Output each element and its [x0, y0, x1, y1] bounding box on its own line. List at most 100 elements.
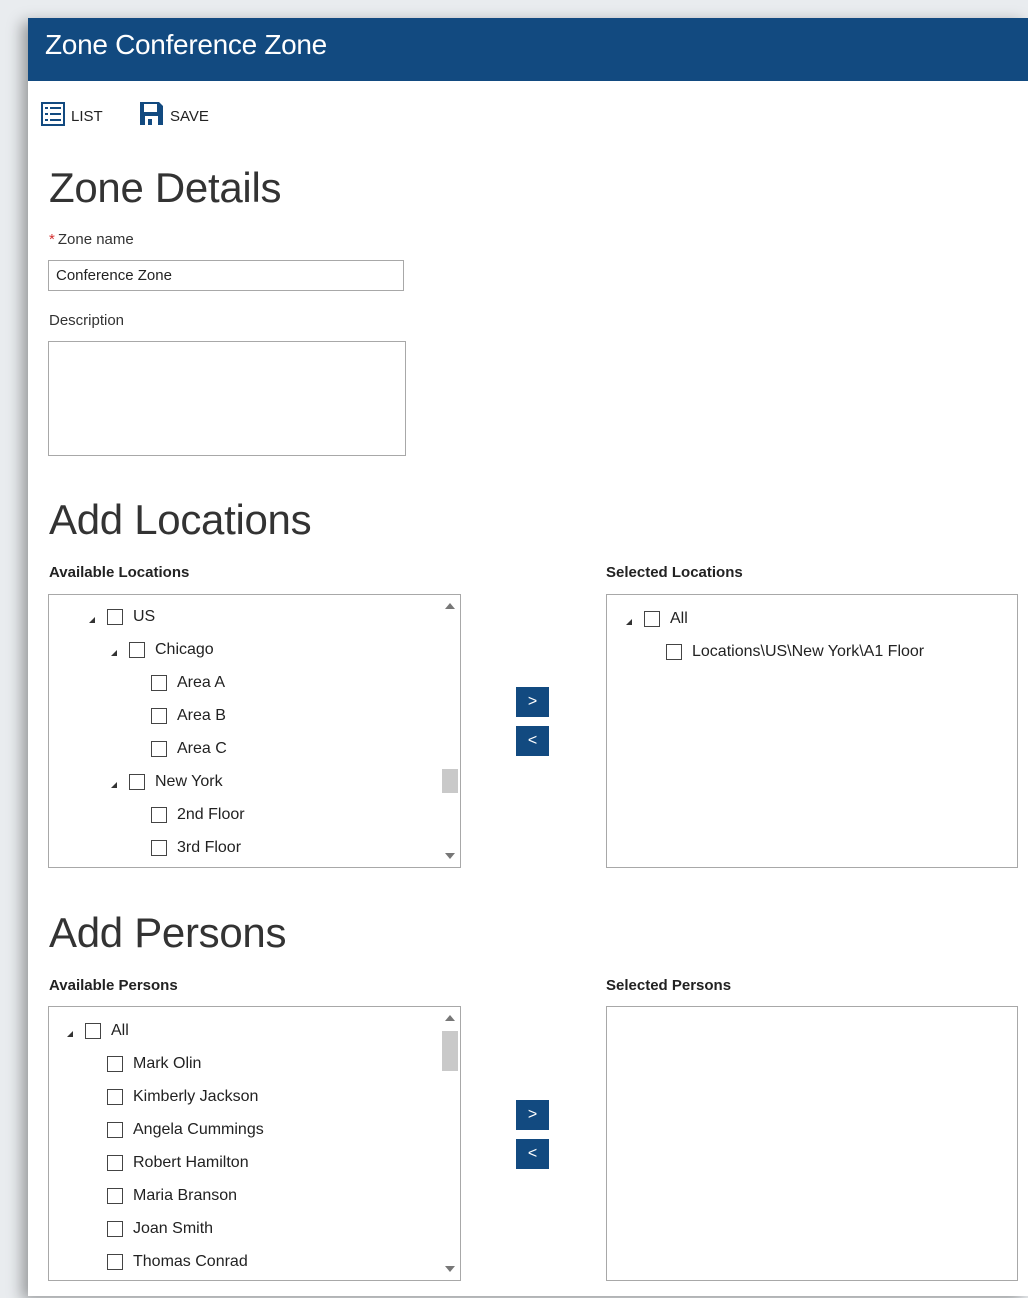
tree-item[interactable]: All	[624, 608, 688, 630]
remove-location-button[interactable]: <	[516, 726, 549, 756]
expand-triangle-icon[interactable]	[624, 614, 634, 625]
window-title: Zone Conference Zone	[45, 29, 327, 60]
checkbox[interactable]	[107, 1155, 123, 1171]
tree-item[interactable]: Maria Branson	[87, 1185, 237, 1207]
tree-item-label: 2nd Floor	[177, 806, 245, 823]
available-locations-label: Available Locations	[49, 564, 190, 581]
checkbox[interactable]	[107, 1221, 123, 1237]
checkbox[interactable]	[644, 611, 660, 627]
tree-item-label: 3rd Floor	[177, 839, 242, 856]
save-icon	[139, 101, 164, 131]
checkbox[interactable]	[85, 1023, 101, 1039]
tree-item-label: Area A	[177, 674, 226, 691]
available-locations-scrollbar[interactable]	[440, 595, 460, 867]
required-marker: *	[49, 231, 55, 248]
tree-item[interactable]: All	[65, 1020, 129, 1042]
checkbox[interactable]	[666, 644, 682, 660]
scroll-down-icon[interactable]	[445, 853, 455, 859]
tree-item[interactable]: Area A	[131, 672, 225, 694]
zone-name-label: * Zone name	[49, 231, 134, 248]
tree-item[interactable]: Chicago	[109, 639, 214, 661]
scroll-up-icon[interactable]	[445, 603, 455, 609]
scroll-thumb[interactable]	[442, 1031, 458, 1071]
checkbox[interactable]	[107, 1122, 123, 1138]
list-button-label: LIST	[71, 107, 103, 125]
expand-triangle-icon[interactable]	[109, 777, 119, 788]
tree-item[interactable]: Mark Olin	[87, 1053, 201, 1075]
zone-editor-window: Zone Conference Zone LIST SAVE Zone Deta…	[28, 18, 1028, 1296]
checkbox[interactable]	[151, 675, 167, 691]
available-persons-list[interactable]: All Mark Olin Kimberly Jackson Angela Cummi…	[48, 1006, 461, 1281]
expand-triangle-icon[interactable]	[65, 1026, 75, 1037]
checkbox[interactable]	[107, 1056, 123, 1072]
tree-item-label: All	[111, 1022, 129, 1039]
checkbox[interactable]	[129, 774, 145, 790]
checkbox[interactable]	[151, 840, 167, 856]
available-persons-label: Available Persons	[49, 977, 178, 994]
tree-item-label: Maria Branson	[133, 1187, 238, 1204]
checkbox[interactable]	[107, 1254, 123, 1270]
checkbox[interactable]	[151, 741, 167, 757]
tree-item-label: US	[133, 608, 156, 625]
available-locations-list[interactable]: US Chicago Area A Area B Area C New York 2nd F…	[48, 594, 461, 868]
title-bar: Zone Conference Zone	[28, 18, 1028, 81]
tree-item-label: All	[670, 610, 688, 627]
scroll-down-icon[interactable]	[445, 1266, 455, 1272]
remove-person-button[interactable]: <	[516, 1139, 549, 1169]
zone-details-heading: Zone Details	[49, 164, 282, 211]
available-persons-scrollbar[interactable]	[440, 1007, 460, 1280]
tree-item[interactable]: US	[87, 606, 155, 628]
tree-item-label: Locations\US\New York\A1 Floor	[692, 643, 925, 660]
checkbox[interactable]	[107, 1089, 123, 1105]
save-button-label: SAVE	[170, 107, 209, 125]
tree-item[interactable]: Robert Hamilton	[87, 1152, 249, 1174]
selected-persons-list[interactable]	[606, 1006, 1018, 1281]
tree-item[interactable]: 2nd Floor	[131, 804, 245, 826]
scroll-thumb[interactable]	[442, 769, 458, 793]
add-persons-heading: Add Persons	[49, 909, 287, 956]
scroll-up-icon[interactable]	[445, 1015, 455, 1021]
add-locations-heading: Add Locations	[49, 496, 312, 543]
checkbox[interactable]	[107, 609, 123, 625]
tree-item[interactable]: Area B	[131, 705, 226, 727]
tree-item[interactable]: New York	[109, 771, 223, 793]
tree-item[interactable]: Joan Smith	[87, 1218, 213, 1240]
checkbox[interactable]	[107, 1188, 123, 1204]
tree-item[interactable]: Angela Cummings	[87, 1119, 264, 1141]
selected-locations-list[interactable]: All Locations\US\New York\A1 Floor	[606, 594, 1018, 868]
add-person-button[interactable]: >	[516, 1100, 549, 1130]
tree-item-label: Robert Hamilton	[133, 1154, 249, 1171]
expand-triangle-icon[interactable]	[109, 645, 119, 656]
zone-name-label-text: Zone name	[57, 231, 134, 248]
tree-item[interactable]: Kimberly Jackson	[87, 1086, 258, 1108]
save-button[interactable]: SAVE	[139, 102, 209, 130]
checkbox[interactable]	[151, 708, 167, 724]
tree-item-label: Area B	[177, 707, 226, 724]
tree-item[interactable]: Locations\US\New York\A1 Floor	[646, 641, 924, 663]
tree-item-label: Area C	[177, 740, 227, 757]
checkbox[interactable]	[129, 642, 145, 658]
tree-item[interactable]: 3rd Floor	[131, 837, 241, 859]
tree-item-label: Chicago	[155, 641, 214, 658]
add-location-button[interactable]: >	[516, 687, 549, 717]
description-textarea[interactable]	[48, 341, 406, 456]
tree-item-label: Mark Olin	[133, 1055, 202, 1072]
tree-item-label: Joan Smith	[133, 1220, 214, 1237]
list-button[interactable]: LIST	[41, 101, 103, 130]
tree-item[interactable]: Thomas Conrad	[87, 1251, 248, 1273]
checkbox[interactable]	[151, 807, 167, 823]
tree-item[interactable]: Area C	[131, 738, 227, 760]
expand-triangle-icon[interactable]	[87, 612, 97, 623]
zone-name-input[interactable]	[48, 260, 404, 291]
tree-item-label: Thomas Conrad	[133, 1253, 248, 1270]
